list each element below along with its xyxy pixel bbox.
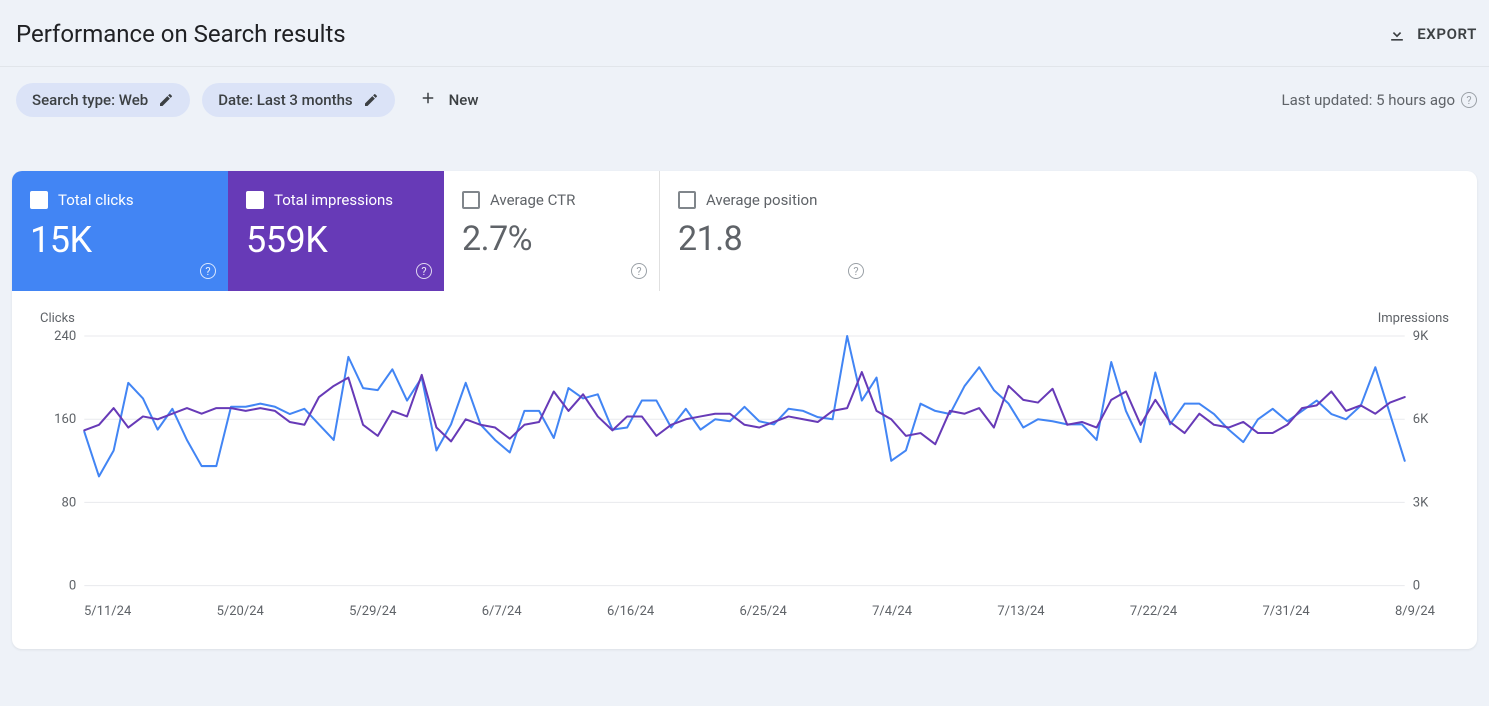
x-tick-label: 7/22/24 bbox=[1130, 604, 1177, 619]
metric-value: 2.7% bbox=[462, 219, 641, 259]
svg-text:0: 0 bbox=[69, 579, 76, 592]
metric-label: Average CTR bbox=[490, 191, 575, 209]
x-axis-labels: 5/11/24 5/20/24 5/29/24 6/7/24 6/16/24 6/25/2… bbox=[40, 592, 1449, 619]
export-button[interactable]: EXPORT bbox=[1387, 24, 1477, 44]
svg-text:240: 240 bbox=[54, 330, 76, 344]
svg-text:80: 80 bbox=[62, 495, 77, 510]
metric-label: Total clicks bbox=[58, 191, 134, 209]
metric-average-position[interactable]: Average position 21.8 ? bbox=[660, 171, 876, 291]
metric-label: Average position bbox=[706, 191, 817, 209]
pencil-icon bbox=[363, 92, 379, 108]
performance-chart: 240 9K 160 6K 80 3K 0 0 bbox=[40, 330, 1449, 592]
help-icon[interactable]: ? bbox=[848, 263, 864, 279]
add-filter-button[interactable]: New bbox=[407, 81, 491, 119]
right-axis-title: Impressions bbox=[1378, 311, 1449, 326]
svg-text:0: 0 bbox=[1413, 579, 1420, 592]
download-icon bbox=[1387, 24, 1407, 44]
last-updated-text: Last updated: 5 hours ago bbox=[1281, 91, 1455, 109]
x-tick-label: 8/9/24 bbox=[1395, 604, 1435, 619]
checkbox-unchecked-icon bbox=[462, 191, 480, 209]
help-icon[interactable]: ? bbox=[1461, 92, 1477, 108]
x-tick-label: 5/20/24 bbox=[217, 604, 264, 619]
svg-text:9K: 9K bbox=[1413, 330, 1429, 344]
last-updated: Last updated: 5 hours ago ? bbox=[1281, 91, 1477, 109]
svg-text:160: 160 bbox=[54, 412, 76, 427]
add-filter-label: New bbox=[449, 91, 479, 109]
performance-card: Total clicks 15K ? Total impressions 559… bbox=[12, 171, 1477, 649]
x-tick-label: 6/7/24 bbox=[482, 604, 522, 619]
checkbox-checked-icon bbox=[30, 191, 48, 209]
svg-text:3K: 3K bbox=[1413, 495, 1429, 510]
metric-value: 15K bbox=[30, 219, 210, 261]
metric-label: Total impressions bbox=[274, 191, 393, 209]
left-axis-title: Clicks bbox=[40, 311, 75, 326]
filter-chip-date[interactable]: Date: Last 3 months bbox=[202, 83, 394, 117]
x-tick-label: 5/11/24 bbox=[84, 604, 131, 619]
plus-icon bbox=[419, 89, 437, 111]
export-label: EXPORT bbox=[1417, 25, 1477, 43]
pencil-icon bbox=[158, 92, 174, 108]
x-tick-label: 7/31/24 bbox=[1262, 604, 1309, 619]
help-icon[interactable]: ? bbox=[631, 263, 647, 279]
help-icon[interactable]: ? bbox=[200, 263, 216, 279]
x-tick-label: 5/29/24 bbox=[349, 604, 396, 619]
filter-chip-date-label: Date: Last 3 months bbox=[218, 91, 352, 109]
metric-total-impressions[interactable]: Total impressions 559K ? bbox=[228, 171, 444, 291]
x-tick-label: 6/25/24 bbox=[740, 604, 787, 619]
checkbox-unchecked-icon bbox=[678, 191, 696, 209]
filter-chip-search-type-label: Search type: Web bbox=[32, 91, 148, 109]
x-tick-label: 7/13/24 bbox=[997, 604, 1044, 619]
metric-value: 21.8 bbox=[678, 219, 858, 259]
filter-chip-search-type[interactable]: Search type: Web bbox=[16, 83, 190, 117]
metric-average-ctr[interactable]: Average CTR 2.7% ? bbox=[444, 171, 660, 291]
help-icon[interactable]: ? bbox=[416, 263, 432, 279]
checkbox-checked-icon bbox=[246, 191, 264, 209]
metric-value: 559K bbox=[246, 219, 426, 261]
page-title: Performance on Search results bbox=[16, 20, 346, 48]
svg-text:6K: 6K bbox=[1413, 412, 1429, 427]
metric-total-clicks[interactable]: Total clicks 15K ? bbox=[12, 171, 228, 291]
x-tick-label: 7/4/24 bbox=[872, 604, 912, 619]
x-tick-label: 6/16/24 bbox=[607, 604, 654, 619]
